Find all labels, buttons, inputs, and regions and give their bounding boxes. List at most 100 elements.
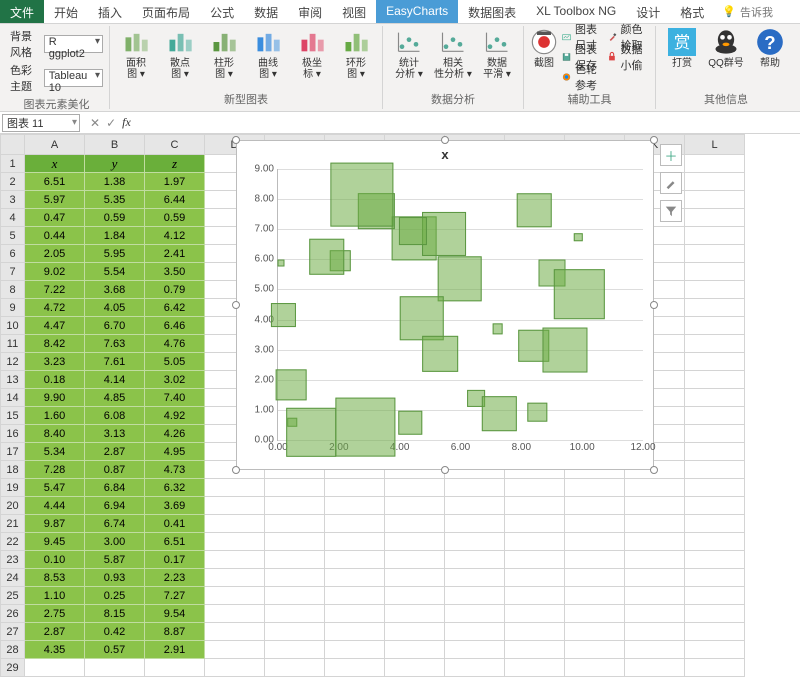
- help-button[interactable]: ?帮助: [750, 28, 790, 69]
- cell[interactable]: 9.54: [145, 605, 205, 623]
- tab-1[interactable]: 插入: [88, 0, 132, 23]
- tab-10[interactable]: 设计: [626, 0, 670, 23]
- cell[interactable]: [685, 605, 745, 623]
- cell[interactable]: [325, 533, 385, 551]
- cell[interactable]: [385, 569, 445, 587]
- cell[interactable]: 6.32: [145, 479, 205, 497]
- cell[interactable]: [685, 461, 745, 479]
- row-header[interactable]: 26: [1, 605, 25, 623]
- cell[interactable]: [505, 569, 565, 587]
- cell[interactable]: [625, 641, 685, 659]
- row-header[interactable]: 22: [1, 533, 25, 551]
- chart-data-point[interactable]: [517, 193, 552, 228]
- cell[interactable]: [205, 479, 265, 497]
- cell[interactable]: [385, 551, 445, 569]
- cell[interactable]: [685, 209, 745, 227]
- tab-2[interactable]: 页面布局: [132, 0, 200, 23]
- cell[interactable]: [385, 641, 445, 659]
- cell[interactable]: [205, 551, 265, 569]
- cell[interactable]: 1.97: [145, 173, 205, 191]
- row-header[interactable]: 6: [1, 245, 25, 263]
- cell[interactable]: [685, 371, 745, 389]
- resize-handle[interactable]: [650, 466, 658, 474]
- cell[interactable]: 0.10: [25, 551, 85, 569]
- cell[interactable]: [565, 533, 625, 551]
- cell[interactable]: [325, 605, 385, 623]
- cell[interactable]: 6.94: [85, 497, 145, 515]
- chart-data-point[interactable]: [399, 411, 422, 434]
- cell[interactable]: [685, 227, 745, 245]
- cell[interactable]: [505, 497, 565, 515]
- cell[interactable]: [565, 497, 625, 515]
- chart-data-point[interactable]: [336, 398, 395, 457]
- cell[interactable]: [685, 353, 745, 371]
- cell[interactable]: 7.27: [145, 587, 205, 605]
- row-header[interactable]: 20: [1, 497, 25, 515]
- cell[interactable]: 0.47: [25, 209, 85, 227]
- cell[interactable]: 8.15: [85, 605, 145, 623]
- row-header[interactable]: 9: [1, 299, 25, 317]
- cell[interactable]: [625, 569, 685, 587]
- cell[interactable]: 5.97: [25, 191, 85, 209]
- chart-data-point[interactable]: [528, 402, 547, 421]
- cell[interactable]: [625, 497, 685, 515]
- cell[interactable]: [325, 551, 385, 569]
- cell[interactable]: 2.87: [25, 623, 85, 641]
- chart-plot-area[interactable]: 0.001.002.003.004.005.006.007.008.009.00…: [277, 169, 643, 441]
- formula-cancel-button[interactable]: ✕: [90, 116, 100, 130]
- cell[interactable]: 0.93: [85, 569, 145, 587]
- cell[interactable]: [385, 587, 445, 605]
- cell[interactable]: [445, 569, 505, 587]
- cell[interactable]: 3.13: [85, 425, 145, 443]
- cell[interactable]: 4.72: [25, 299, 85, 317]
- row-header[interactable]: 7: [1, 263, 25, 281]
- cell[interactable]: [265, 605, 325, 623]
- cell[interactable]: [685, 299, 745, 317]
- cell[interactable]: 9.02: [25, 263, 85, 281]
- color-wheel-button[interactable]: 色轮参考: [562, 68, 604, 86]
- cell[interactable]: 4.44: [25, 497, 85, 515]
- row-header[interactable]: 17: [1, 443, 25, 461]
- cell[interactable]: [445, 551, 505, 569]
- cell[interactable]: 0.17: [145, 551, 205, 569]
- tab-3[interactable]: 公式: [200, 0, 244, 23]
- cell[interactable]: [445, 587, 505, 605]
- row-header[interactable]: 19: [1, 479, 25, 497]
- cell[interactable]: z: [145, 155, 205, 173]
- cell[interactable]: [505, 533, 565, 551]
- cell[interactable]: [445, 605, 505, 623]
- cell[interactable]: 5.05: [145, 353, 205, 371]
- cell[interactable]: y: [85, 155, 145, 173]
- cell[interactable]: 4.26: [145, 425, 205, 443]
- cell[interactable]: 2.87: [85, 443, 145, 461]
- cell[interactable]: [685, 533, 745, 551]
- chart-data-point[interactable]: [422, 212, 466, 256]
- cell[interactable]: [145, 659, 205, 677]
- cell[interactable]: [505, 659, 565, 677]
- cell[interactable]: 2.75: [25, 605, 85, 623]
- cell[interactable]: [625, 533, 685, 551]
- resize-handle[interactable]: [650, 301, 658, 309]
- cell[interactable]: [265, 569, 325, 587]
- cell[interactable]: [685, 263, 745, 281]
- cell[interactable]: [685, 623, 745, 641]
- tell-me[interactable]: 💡告诉我: [714, 0, 781, 23]
- row-header[interactable]: 18: [1, 461, 25, 479]
- cell[interactable]: 3.23: [25, 353, 85, 371]
- cell[interactable]: [565, 623, 625, 641]
- chart-data-point[interactable]: [574, 233, 582, 241]
- select-all-corner[interactable]: [1, 135, 25, 155]
- row-header[interactable]: 14: [1, 389, 25, 407]
- screenshot-button[interactable]: 截图: [530, 28, 558, 69]
- cell[interactable]: [445, 659, 505, 677]
- chart-title[interactable]: x: [237, 141, 653, 164]
- cell[interactable]: 2.23: [145, 569, 205, 587]
- chart-data-point[interactable]: [543, 327, 588, 372]
- cell[interactable]: [445, 533, 505, 551]
- row-header[interactable]: 15: [1, 407, 25, 425]
- cell[interactable]: [685, 587, 745, 605]
- cell[interactable]: 8.42: [25, 335, 85, 353]
- chart-type-button[interactable]: 极坐标 ▾: [292, 28, 332, 80]
- cell[interactable]: 8.40: [25, 425, 85, 443]
- cell[interactable]: [565, 659, 625, 677]
